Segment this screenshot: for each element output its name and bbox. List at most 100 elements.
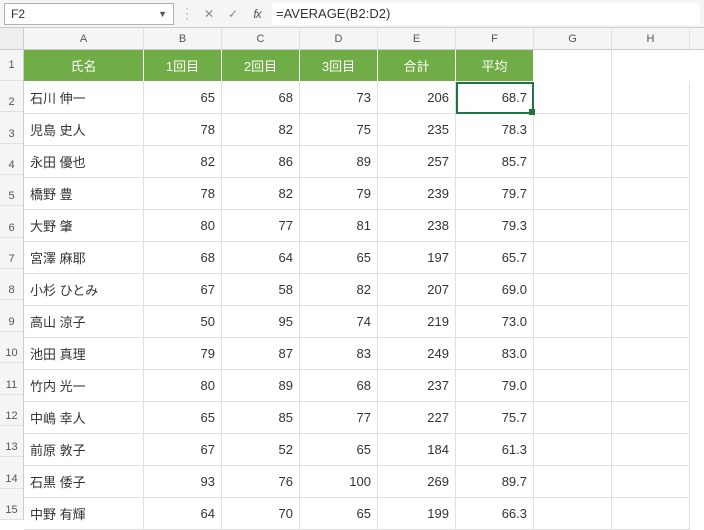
empty-cell[interactable] — [534, 114, 612, 146]
t3-cell[interactable]: 65 — [300, 434, 378, 466]
col-header[interactable]: E — [378, 28, 456, 49]
empty-cell[interactable] — [534, 178, 612, 210]
name-cell[interactable]: 宮澤 麻耶 — [24, 242, 144, 274]
empty-cell[interactable] — [534, 82, 612, 114]
spreadsheet-grid[interactable]: 1 2 3 4 5 6 7 8 9 10 11 12 13 14 15 A B … — [0, 28, 704, 520]
empty-cell[interactable] — [612, 434, 690, 466]
t1-cell[interactable]: 80 — [144, 210, 222, 242]
cells-area[interactable]: A B C D E F G H 氏名 1回目 2回目 3回目 合計 平均 石川 … — [24, 28, 704, 520]
name-cell[interactable]: 竹内 光一 — [24, 370, 144, 402]
name-cell[interactable]: 高山 涼子 — [24, 306, 144, 338]
t3-cell[interactable]: 79 — [300, 178, 378, 210]
sum-cell[interactable]: 219 — [378, 306, 456, 338]
row-header[interactable]: 6 — [0, 206, 23, 237]
header-t3[interactable]: 3回目 — [300, 50, 378, 82]
row-header[interactable]: 2 — [0, 81, 23, 112]
empty-cell[interactable] — [612, 498, 690, 530]
t2-cell[interactable]: 89 — [222, 370, 300, 402]
t1-cell[interactable]: 67 — [144, 434, 222, 466]
t2-cell[interactable]: 64 — [222, 242, 300, 274]
empty-cell[interactable] — [612, 370, 690, 402]
cancel-icon[interactable]: ✕ — [200, 5, 218, 23]
empty-cell[interactable] — [612, 114, 690, 146]
row-header[interactable]: 13 — [0, 426, 23, 457]
row-header[interactable]: 7 — [0, 238, 23, 269]
avg-cell[interactable]: 79.7 — [456, 178, 534, 210]
t3-cell[interactable]: 65 — [300, 498, 378, 530]
t2-cell[interactable]: 85 — [222, 402, 300, 434]
t3-cell[interactable]: 83 — [300, 338, 378, 370]
t2-cell[interactable]: 82 — [222, 114, 300, 146]
row-header[interactable]: 1 — [0, 50, 23, 81]
t3-cell[interactable]: 68 — [300, 370, 378, 402]
col-header[interactable]: A — [24, 28, 144, 49]
row-header[interactable]: 15 — [0, 489, 23, 520]
name-cell[interactable]: 石黒 倭子 — [24, 466, 144, 498]
avg-cell[interactable]: 73.0 — [456, 306, 534, 338]
avg-cell[interactable]: 69.0 — [456, 274, 534, 306]
row-header[interactable]: 12 — [0, 395, 23, 426]
avg-cell[interactable]: 61.3 — [456, 434, 534, 466]
empty-cell[interactable] — [612, 178, 690, 210]
empty-cell[interactable] — [612, 242, 690, 274]
name-box[interactable]: F2 ▼ — [4, 3, 174, 25]
formula-input[interactable] — [272, 3, 700, 25]
sum-cell[interactable]: 239 — [378, 178, 456, 210]
empty-cell[interactable] — [534, 50, 612, 82]
empty-cell[interactable] — [534, 498, 612, 530]
name-cell[interactable]: 石川 伸一 — [24, 82, 144, 114]
row-header[interactable]: 3 — [0, 112, 23, 143]
t1-cell[interactable]: 65 — [144, 82, 222, 114]
empty-cell[interactable] — [534, 146, 612, 178]
t2-cell[interactable]: 87 — [222, 338, 300, 370]
t3-cell[interactable]: 77 — [300, 402, 378, 434]
t1-cell[interactable]: 79 — [144, 338, 222, 370]
empty-cell[interactable] — [534, 338, 612, 370]
row-header[interactable]: 8 — [0, 269, 23, 300]
col-header[interactable]: G — [534, 28, 612, 49]
t3-cell[interactable]: 74 — [300, 306, 378, 338]
sum-cell[interactable]: 227 — [378, 402, 456, 434]
t2-cell[interactable]: 86 — [222, 146, 300, 178]
name-cell[interactable]: 中野 有輝 — [24, 498, 144, 530]
sum-cell[interactable]: 184 — [378, 434, 456, 466]
avg-cell[interactable]: 83.0 — [456, 338, 534, 370]
sum-cell[interactable]: 197 — [378, 242, 456, 274]
col-header[interactable]: D — [300, 28, 378, 49]
header-avg[interactable]: 平均 — [456, 50, 534, 82]
empty-cell[interactable] — [612, 50, 690, 82]
empty-cell[interactable] — [534, 242, 612, 274]
header-name[interactable]: 氏名 — [24, 50, 144, 82]
t2-cell[interactable]: 95 — [222, 306, 300, 338]
t3-cell[interactable]: 100 — [300, 466, 378, 498]
row-header[interactable]: 9 — [0, 300, 23, 331]
fx-icon[interactable]: fx — [248, 5, 266, 23]
name-cell[interactable]: 永田 優也 — [24, 146, 144, 178]
row-header[interactable]: 4 — [0, 144, 23, 175]
empty-cell[interactable] — [612, 306, 690, 338]
empty-cell[interactable] — [612, 146, 690, 178]
t1-cell[interactable]: 67 — [144, 274, 222, 306]
header-t1[interactable]: 1回目 — [144, 50, 222, 82]
empty-cell[interactable] — [612, 210, 690, 242]
sum-cell[interactable]: 249 — [378, 338, 456, 370]
select-all-corner[interactable] — [0, 28, 23, 50]
empty-cell[interactable] — [612, 466, 690, 498]
t2-cell[interactable]: 77 — [222, 210, 300, 242]
empty-cell[interactable] — [534, 306, 612, 338]
empty-cell[interactable] — [612, 402, 690, 434]
avg-cell[interactable]: 85.7 — [456, 146, 534, 178]
name-cell[interactable]: 池田 真理 — [24, 338, 144, 370]
sum-cell[interactable]: 269 — [378, 466, 456, 498]
header-t2[interactable]: 2回目 — [222, 50, 300, 82]
avg-cell[interactable]: 68.7 — [456, 82, 534, 114]
row-header[interactable]: 14 — [0, 457, 23, 488]
avg-cell[interactable]: 65.7 — [456, 242, 534, 274]
avg-cell[interactable]: 79.0 — [456, 370, 534, 402]
sum-cell[interactable]: 206 — [378, 82, 456, 114]
chevron-down-icon[interactable]: ▼ — [158, 9, 167, 19]
avg-cell[interactable]: 66.3 — [456, 498, 534, 530]
sum-cell[interactable]: 238 — [378, 210, 456, 242]
empty-cell[interactable] — [534, 466, 612, 498]
row-header[interactable]: 10 — [0, 332, 23, 363]
